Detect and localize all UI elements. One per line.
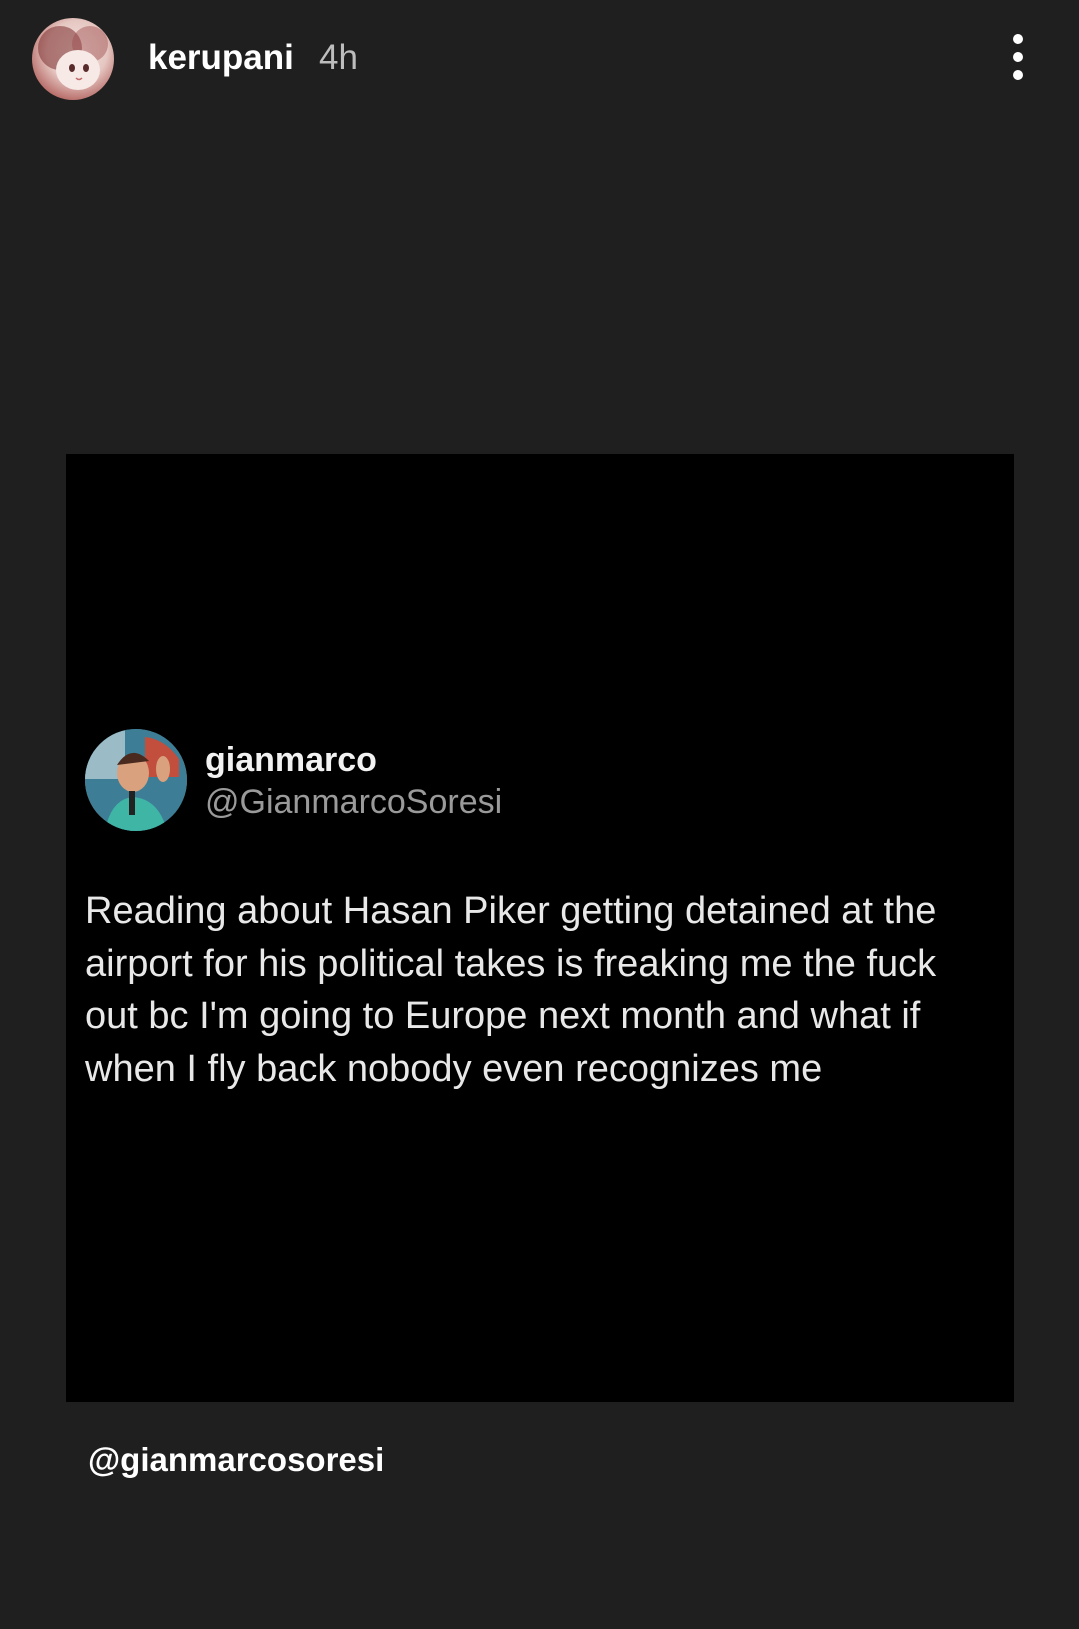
- more-options-icon[interactable]: [996, 30, 1040, 84]
- story-username[interactable]: kerupani: [148, 36, 294, 80]
- story-timestamp: 4h: [319, 38, 358, 77]
- profile-avatar[interactable]: [32, 18, 114, 100]
- mention-sticker[interactable]: @gianmarcosoresi: [88, 1438, 384, 1482]
- author-photo-icon: [85, 729, 187, 831]
- tweet-text: Reading about Hasan Piker getting detain…: [85, 890, 937, 1090]
- story-header: kerupani 4h: [0, 0, 1079, 118]
- tweet-author-handle: @GianmarcoSoresi: [205, 783, 503, 821]
- menu-dot: [1013, 34, 1023, 44]
- menu-dot: [1013, 52, 1023, 62]
- shared-tweet-card[interactable]: gianmarco @GianmarcoSoresi Reading about…: [66, 454, 1014, 1402]
- tweet-author-name: gianmarco: [205, 741, 377, 779]
- menu-dot: [1013, 70, 1023, 80]
- avatar-illustration-icon: [38, 26, 108, 90]
- tweet-author-avatar: [85, 729, 187, 831]
